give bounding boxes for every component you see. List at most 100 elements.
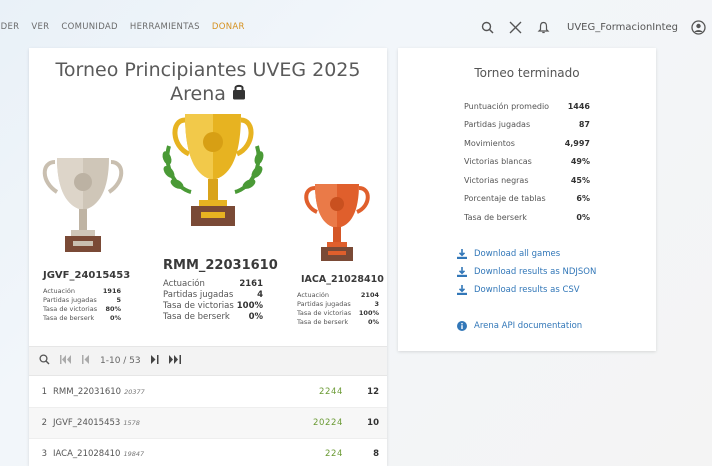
last-page-icon[interactable] [168,355,181,367]
stat-value: 0% [248,312,263,322]
stat-label: Tasa de victorias [43,305,98,313]
summary-row: Victorias negras 45% [464,171,590,190]
prev-page-icon[interactable] [82,355,90,367]
download-csv-link[interactable]: Download results as CSV [457,281,596,299]
search-icon[interactable] [39,354,50,368]
row-player-name: JGVF_24015453 [53,418,121,428]
summary-row: Victorias blancas 49% [464,153,590,172]
summary-label: Puntuación promedio [464,101,550,111]
table-row[interactable]: 3 IACA_21028410 19847 224 8 [29,439,387,466]
download-games-label: Download all games [474,249,561,259]
player-name-first[interactable]: RMM_22031610 [163,258,278,273]
download-icon [457,249,467,259]
stat-label: Tasa de berserk [297,318,349,326]
download-ndjson-link[interactable]: Download results as NDJSON [457,263,596,281]
user-avatar-icon[interactable] [690,19,706,35]
user-menu[interactable]: UVEG_FormacionInteg [567,22,678,33]
title-line-1: Torneo Principiantes UVEG 2025 [55,59,361,81]
stat-value: 80% [105,305,121,313]
player-stats-third: Actuación 2104 Partidas jugadas 3 Tasa de … [297,291,379,326]
stat-label: Actuación [163,279,205,289]
podium-third: IACA_21028410 Actuación 2104 Partidas jug… [297,180,384,326]
row-rating: 19847 [123,450,145,458]
stat-label: Partidas jugadas [297,300,351,308]
stat-label: Partidas jugadas [163,290,234,300]
tournament-title: Torneo Principiantes UVEG 2025 Arena [29,58,387,106]
api-docs-label: Arena API documentation [474,321,583,331]
stat-value: 0% [367,318,379,326]
swords-icon[interactable] [507,19,523,35]
bronze-trophy-icon [304,184,370,261]
bell-icon[interactable] [535,19,551,35]
download-ndjson-label: Download results as NDJSON [474,267,597,277]
summary-value: 45% [570,175,590,185]
nav-item-aprender[interactable]: NDER [0,22,19,32]
nav-item-herramientas[interactable]: HERRAMIENTAS [130,22,200,32]
row-score: 8 [373,449,379,459]
stat-value: 2161 [239,279,263,289]
row-rating: 1578 [123,419,140,427]
summary-row: Puntuación promedio 1446 [464,97,590,116]
summary-row: Porcentaje de tablas 6% [464,190,590,209]
nav-item-comunidad[interactable]: COMUNIDAD [61,22,118,32]
row-player-name: RMM_22031610 [53,387,122,397]
gold-trophy-icon [162,114,264,226]
nav-item-donar[interactable]: DONAR [212,22,245,32]
row-sheet: 20224 [312,418,343,428]
api-docs-link[interactable]: Arena API documentation [457,317,596,335]
summary-value: 0% [576,212,590,222]
stat-label: Tasa de victorias [297,309,352,317]
summary-value: 87 [578,120,590,130]
row-rank: 1 [41,387,47,397]
next-page-icon[interactable] [150,355,159,367]
row-rank: 3 [41,449,47,459]
row-rating: 20377 [124,388,145,396]
row-rank: 2 [41,418,47,428]
summary-label: Movimientos [464,138,515,148]
title-arena: Arena [170,83,226,105]
stat-label: Tasa de berserk [163,312,230,322]
first-page-icon[interactable] [60,355,72,367]
standings-pager: 1-10 / 53 [29,346,387,376]
silver-trophy-icon [42,158,124,252]
table-row[interactable]: 2 JGVF_24015453 1578 20224 10 [29,408,387,439]
download-games-link[interactable]: Download all games [457,245,596,263]
player-name-third[interactable]: IACA_21028410 [301,274,384,285]
stat-label: Tasa de victorias [163,301,234,311]
player-stats-first: Actuación 2161 Partidas jugadas 4 Tasa de … [163,279,263,322]
stat-value: 4 [257,290,263,300]
download-icon [457,267,467,277]
row-sheet: 2244 [318,387,343,397]
summary-label: Victorias negras [464,175,529,185]
table-row[interactable]: 1 RMM_22031610 20377 2244 12 [29,377,387,408]
row-player: RMM_22031610 20377 [53,387,263,397]
stat-value: 100% [236,301,263,311]
player-stats-second: Actuación 1916 Partidas jugadas 5 Tasa de … [43,287,121,322]
summary-row: Partidas jugadas 87 [464,116,590,135]
title-line-2: Arena [29,82,387,106]
top-navigation: NDER VER COMUNIDAD HERRAMIENTAS DONAR UV… [0,0,712,54]
download-csv-label: Download results as CSV [474,285,580,295]
summary-label: Porcentaje de tablas [464,194,546,204]
summary-label: Tasa de berserk [464,212,527,222]
search-icon[interactable] [479,19,495,35]
podium-second: JGVF_24015453 Actuación 1916 Partidas jug… [37,152,130,322]
nav-item-ver[interactable]: VER [31,22,49,32]
stat-label: Partidas jugadas [43,296,97,304]
row-player: IACA_21028410 19847 [53,449,263,459]
tournament-summary-card: Torneo terminado Puntuación promedio 1446… [398,48,656,351]
summary-value: 49% [570,157,590,167]
row-player-name: IACA_21028410 [53,449,121,459]
tournament-card: Torneo Principiantes UVEG 2025 Arena JGV… [29,48,387,466]
stat-label: Actuación [43,287,76,295]
stat-value: 5 [116,296,121,304]
podium-first: RMM_22031610 Actuación 2161 Partidas juga… [155,106,278,322]
stat-value: 1916 [102,287,121,295]
download-links: Download all games Download results as N… [457,245,596,335]
info-icon [457,321,467,331]
lock-icon [232,82,246,106]
page-range: 1-10 / 53 [100,356,141,366]
player-name-second[interactable]: JGVF_24015453 [43,270,130,281]
row-sheet: 224 [324,449,343,459]
nav-menu: NDER VER COMUNIDAD HERRAMIENTAS DONAR [0,22,245,32]
